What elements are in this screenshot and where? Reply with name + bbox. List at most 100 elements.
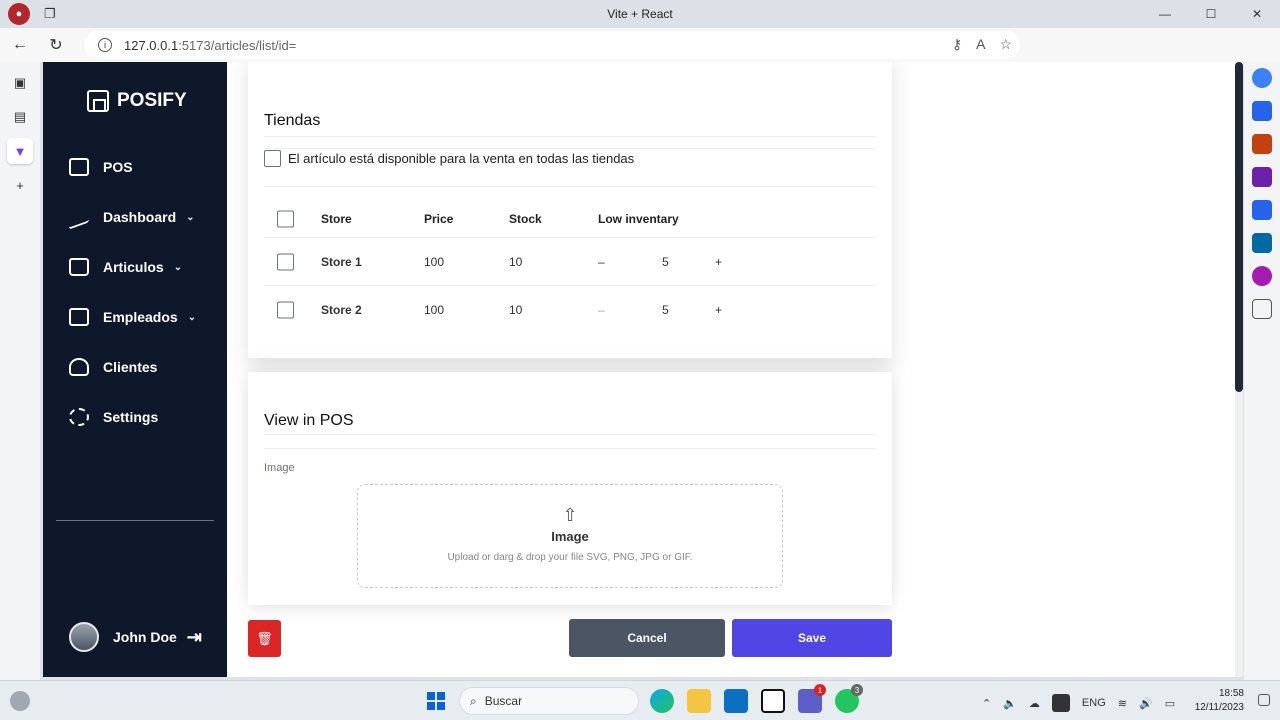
sidebar-divider bbox=[56, 520, 214, 521]
workspaces-icon[interactable]: ❐ bbox=[44, 6, 60, 22]
increment-button[interactable]: + bbox=[715, 303, 722, 317]
speaker-icon[interactable]: 🔊 bbox=[1139, 697, 1153, 710]
decrement-button[interactable]: – bbox=[598, 255, 605, 269]
office-icon[interactable] bbox=[1252, 200, 1272, 220]
file-explorer-icon[interactable] bbox=[687, 689, 711, 713]
taskbar-search[interactable]: ⌕ Buscar bbox=[459, 687, 639, 715]
low-inventory-value: 5 bbox=[662, 254, 669, 269]
sidebar-item-pos[interactable]: POS bbox=[69, 158, 133, 176]
edge-sidebar bbox=[1244, 62, 1280, 680]
main-content: Tiendas El artículo está disponible para… bbox=[227, 62, 1243, 677]
sidebar-item-empleados[interactable]: Empleados ⌄ bbox=[69, 308, 196, 326]
store-price: 100 bbox=[424, 303, 445, 317]
row-checkbox[interactable] bbox=[277, 301, 294, 319]
key-icon[interactable]: ⚷ bbox=[952, 36, 962, 53]
cloud-icon[interactable]: ☁ bbox=[1029, 697, 1040, 710]
whatsapp-icon[interactable]: 3 bbox=[835, 684, 863, 713]
sidebar-item-label: Articulos bbox=[103, 259, 164, 275]
notion-icon[interactable] bbox=[761, 689, 785, 713]
trash-icon: 🗑 bbox=[256, 630, 273, 646]
section-divider bbox=[264, 186, 876, 187]
weather-widget-icon[interactable] bbox=[10, 691, 30, 711]
add-sidebar-icon[interactable] bbox=[1252, 299, 1272, 319]
start-button[interactable] bbox=[427, 692, 445, 710]
stores-table: Store Price Stock Low inventary Store 1 … bbox=[264, 200, 876, 334]
column-header-price: Price bbox=[424, 211, 454, 226]
address-bar[interactable]: i 127.0.0.1:5173/articles/list/id= ⚷ A ☆ bbox=[84, 31, 1020, 59]
brand-logo[interactable]: POSIFY bbox=[87, 90, 187, 112]
sidebar-item-articulos[interactable]: Articulos ⌄ bbox=[69, 258, 182, 276]
app-icon[interactable]: ● bbox=[8, 3, 30, 25]
row-checkbox[interactable] bbox=[277, 253, 294, 270]
taskbar: ⌕ Buscar 1 3 ⌃ 🔈 ☁ ENG ≋ 🔊 ▭ 18:58 12/11… bbox=[0, 680, 1280, 720]
decrement-button[interactable]: – bbox=[598, 303, 605, 317]
notification-bell-icon[interactable] bbox=[1258, 694, 1270, 706]
minimize-button[interactable]: — bbox=[1142, 0, 1188, 28]
refresh-button[interactable]: ↻ bbox=[40, 30, 72, 60]
microphone-icon[interactable] bbox=[1051, 694, 1070, 712]
sidebar-item-settings[interactable]: Settings bbox=[69, 408, 158, 426]
save-button[interactable]: Save bbox=[732, 619, 892, 657]
page-scrollbar[interactable] bbox=[1235, 62, 1243, 677]
language-indicator[interactable]: ENG bbox=[1082, 697, 1106, 709]
user-icon bbox=[69, 358, 89, 376]
battery-icon[interactable]: ▭ bbox=[1165, 697, 1175, 710]
sidebar-item-dashboard[interactable]: Dashboard ⌄ bbox=[69, 204, 195, 230]
user-profile[interactable]: John Doe ⇥ bbox=[69, 622, 202, 652]
section-divider bbox=[264, 448, 876, 449]
favorite-star-icon[interactable]: ☆ bbox=[999, 36, 1012, 53]
scrollbar-thumb[interactable] bbox=[1235, 62, 1243, 392]
user-name: John Doe bbox=[113, 629, 177, 645]
store-name: Store 2 bbox=[321, 303, 362, 317]
dropzone-hint: Upload or darg & drop your file SVG, PNG… bbox=[447, 552, 693, 563]
back-button[interactable]: ← bbox=[4, 30, 36, 60]
vscode-icon[interactable] bbox=[724, 689, 748, 713]
address-bar-row: ← ↻ i 127.0.0.1:5173/articles/list/id= ⚷… bbox=[0, 28, 1280, 77]
logout-icon[interactable]: ⇥ bbox=[187, 627, 202, 648]
column-header-low-inventary: Low inventary bbox=[598, 211, 679, 226]
avatar[interactable] bbox=[69, 622, 99, 652]
tab-history-icon[interactable]: ▤ bbox=[7, 104, 33, 130]
image-dropzone[interactable]: ⇧ Image Upload or darg & drop your file … bbox=[357, 484, 783, 588]
maximize-button[interactable]: ☐ bbox=[1188, 0, 1234, 28]
new-tab-icon[interactable]: + bbox=[7, 172, 33, 198]
shopping-icon[interactable] bbox=[1252, 101, 1272, 121]
store-icon bbox=[69, 158, 89, 176]
site-info-icon[interactable]: i bbox=[98, 38, 112, 52]
select-all-checkbox[interactable] bbox=[277, 210, 294, 227]
close-button[interactable]: ✕ bbox=[1234, 0, 1280, 28]
gear-icon bbox=[69, 408, 89, 426]
date: 12/11/2023 bbox=[1194, 702, 1244, 713]
extension-u-icon[interactable] bbox=[1252, 266, 1272, 286]
sidebar-item-label: Empleados bbox=[103, 309, 178, 325]
sidebar-item-clientes[interactable]: Clientes bbox=[69, 358, 157, 376]
increment-button[interactable]: + bbox=[715, 255, 722, 269]
tab-actions-icon[interactable]: ▣ bbox=[7, 70, 33, 96]
url-host: 127.0.0.1 bbox=[124, 37, 179, 53]
view-in-pos-card: View in POS Image ⇧ Image Upload or darg… bbox=[248, 372, 892, 605]
store-stock: 10 bbox=[509, 254, 523, 269]
chevron-up-icon[interactable]: ⌃ bbox=[982, 697, 991, 710]
teams-icon[interactable]: 1 bbox=[798, 684, 826, 713]
section-title-tiendas: Tiendas bbox=[264, 112, 321, 129]
edge-app-icon[interactable] bbox=[650, 689, 674, 713]
all-stores-label: El artículo está disponible para la vent… bbox=[288, 151, 635, 166]
outlook-icon[interactable] bbox=[1252, 233, 1272, 253]
read-aloud-icon[interactable]: A bbox=[976, 36, 985, 53]
cancel-button[interactable]: Cancel bbox=[569, 619, 725, 657]
sidebar-item-label: Dashboard bbox=[103, 209, 177, 225]
volume-icon[interactable]: 🔈 bbox=[1003, 697, 1017, 710]
all-stores-checkbox[interactable] bbox=[264, 150, 281, 167]
clock[interactable]: 18:58 12/11/2023 bbox=[1195, 687, 1244, 715]
vite-tab-icon[interactable]: ▼ bbox=[7, 138, 33, 164]
low-inventory-value: 5 bbox=[662, 303, 669, 317]
tools-icon[interactable] bbox=[1252, 134, 1272, 154]
delete-button[interactable]: 🗑 bbox=[248, 620, 281, 657]
games-icon[interactable] bbox=[1252, 167, 1272, 187]
column-header-stock: Stock bbox=[509, 211, 542, 226]
id-card-icon bbox=[69, 308, 89, 326]
window-title: Vite + React bbox=[607, 7, 673, 21]
wifi-icon[interactable]: ≋ bbox=[1118, 697, 1127, 710]
search-icon[interactable] bbox=[1252, 68, 1272, 88]
store-price: 100 bbox=[424, 254, 445, 269]
